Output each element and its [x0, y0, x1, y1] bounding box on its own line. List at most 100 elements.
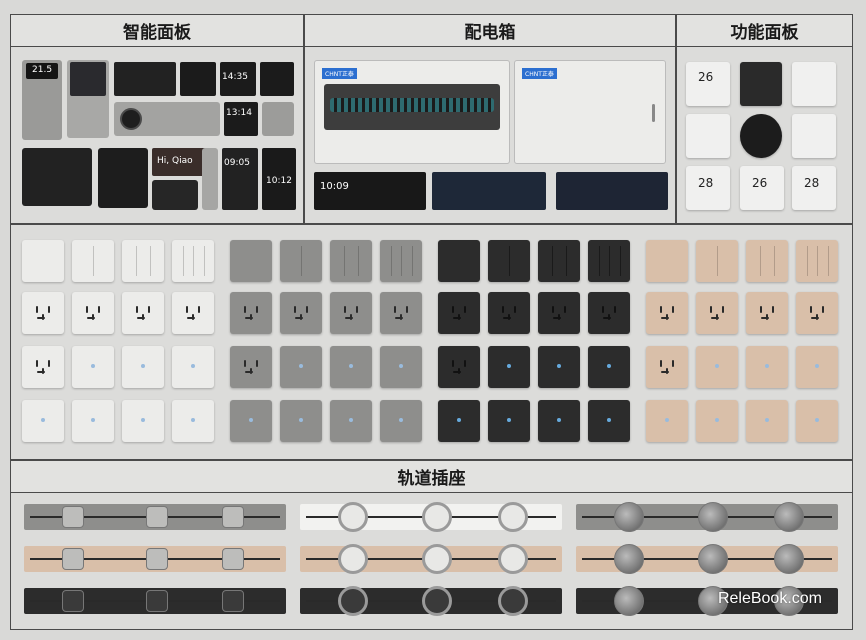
- socket-adapter: [338, 586, 368, 616]
- socket-pin: [672, 360, 674, 367]
- socket-pin: [192, 314, 194, 320]
- distribution-box-title: 配电箱: [305, 15, 675, 47]
- socket-pin: [48, 306, 50, 313]
- rocker-divider: [150, 246, 151, 276]
- socket-pin: [502, 306, 504, 313]
- socket-pin: [710, 306, 712, 313]
- switch-panel: [796, 292, 838, 334]
- socket-pin: [602, 306, 604, 313]
- socket-pin: [552, 306, 554, 313]
- smart-screen: [432, 172, 546, 210]
- switch-panel: [172, 400, 214, 442]
- socket-adapter: [222, 590, 244, 612]
- socket-pin: [42, 368, 44, 374]
- socket-pin: [400, 314, 402, 320]
- knob-icon: [120, 108, 142, 130]
- switch-panel: [588, 346, 630, 388]
- socket-pin: [300, 314, 302, 320]
- socket-pin: [186, 306, 188, 313]
- switch-panel: [538, 346, 580, 388]
- indicator-dot: [765, 364, 769, 368]
- switch-panel: [22, 346, 64, 388]
- rocker-divider: [827, 246, 829, 276]
- socket-pin: [92, 314, 94, 320]
- switch-panel: [330, 400, 372, 442]
- indicator-dot: [141, 418, 145, 422]
- rocker-divider: [136, 246, 137, 276]
- smart-screen: [260, 62, 294, 96]
- switch-panel: [22, 400, 64, 442]
- switch-panel: [172, 346, 214, 388]
- socket-pin: [458, 314, 460, 320]
- rocker-divider: [619, 246, 621, 276]
- switch-panel: [230, 240, 272, 282]
- smart-screen: [556, 172, 668, 210]
- switch-panel: [280, 346, 322, 388]
- socket-pin: [464, 360, 466, 367]
- switch-panel: [72, 346, 114, 388]
- socket-adapter: [146, 590, 168, 612]
- switch-panel: [230, 400, 272, 442]
- socket-adapter: [222, 548, 244, 570]
- socket-adapter: [222, 506, 244, 528]
- socket-pin: [722, 306, 724, 313]
- switch-panel: [538, 400, 580, 442]
- smart-screen: 10:09: [314, 172, 426, 210]
- function-panel: [792, 114, 836, 158]
- track-socket-title: 轨道插座: [11, 461, 852, 493]
- socket-adapter: [146, 548, 168, 570]
- rocker-divider: [806, 246, 808, 276]
- socket-pin: [458, 368, 460, 374]
- indicator-dot: [91, 364, 95, 368]
- socket-pin: [306, 306, 308, 313]
- rocker-divider: [182, 246, 184, 276]
- indicator-dot: [349, 418, 353, 422]
- socket-pin: [256, 306, 258, 313]
- switch-panel: [380, 346, 422, 388]
- indicator-dot: [665, 418, 669, 422]
- card-switch-panel: [740, 62, 782, 106]
- socket-pin: [356, 306, 358, 313]
- track-rail: [300, 502, 562, 532]
- socket-pin: [350, 314, 352, 320]
- socket-pin: [294, 306, 296, 313]
- switch-panel: [380, 292, 422, 334]
- socket-pin: [760, 306, 762, 313]
- track-rail: [576, 544, 838, 574]
- switch-panel: [588, 240, 630, 282]
- smart-panel-device: [202, 148, 218, 210]
- socket-pin: [250, 368, 252, 374]
- rocker-divider: [598, 246, 600, 276]
- indicator-dot: [349, 364, 353, 368]
- smart-panel-device: [22, 148, 92, 206]
- smart-screen: 10:12: [262, 148, 296, 210]
- switch-panel: [330, 346, 372, 388]
- socket-pin: [452, 306, 454, 313]
- rocker-divider: [760, 246, 761, 276]
- switch-panel: [796, 346, 838, 388]
- switch-panel: [746, 400, 788, 442]
- rocker-divider: [358, 246, 359, 276]
- socket-adapter: [62, 506, 84, 528]
- socket-adapter: [422, 586, 452, 616]
- track-rail: [300, 586, 562, 616]
- smart-panel-device: [262, 102, 294, 136]
- socket-adapter: [338, 544, 368, 574]
- indicator-dot: [457, 418, 461, 422]
- switch-panel: [588, 292, 630, 334]
- socket-pin: [406, 306, 408, 313]
- socket-pin: [86, 306, 88, 313]
- thermo-text: 28: [804, 176, 820, 190]
- rocker-divider: [301, 246, 302, 276]
- indicator-dot: [249, 418, 253, 422]
- rocker-divider: [566, 246, 567, 276]
- smart-screen: 21.5: [26, 63, 58, 79]
- switch-panel: [122, 346, 164, 388]
- smart-screen: [114, 62, 176, 96]
- socket-adapter: [698, 544, 728, 574]
- indicator-dot: [815, 418, 819, 422]
- socket-adapter: [146, 506, 168, 528]
- smart-panel-device: [152, 180, 198, 210]
- switch-panel: [72, 240, 114, 282]
- socket-pin: [464, 306, 466, 313]
